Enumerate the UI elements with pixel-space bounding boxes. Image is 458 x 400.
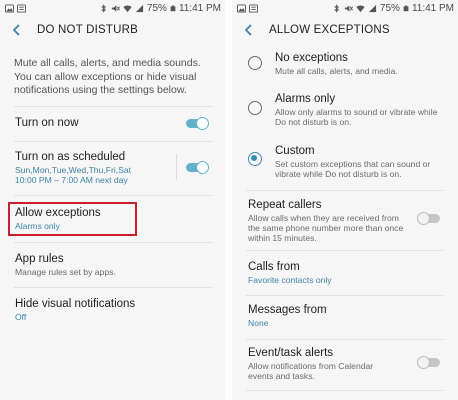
option-no-exceptions[interactable]: No exceptions Mute all calls, alerts, an… xyxy=(232,46,458,82)
page-title: ALLOW EXCEPTIONS xyxy=(269,24,390,36)
gallery-notification-icon xyxy=(5,3,14,13)
app-rules-description: Manage rules set by apps. xyxy=(15,267,116,277)
no-exceptions-label: No exceptions xyxy=(275,52,348,64)
event-task-alerts-toggle[interactable] xyxy=(417,356,441,369)
wifi-icon xyxy=(356,5,365,12)
divider xyxy=(246,390,444,391)
battery-percent: 75% xyxy=(379,2,400,14)
scheduled-toggle[interactable] xyxy=(185,161,209,174)
repeat-callers-row[interactable]: Repeat callers Allow calls when they are… xyxy=(232,191,458,248)
turn-on-now-toggle[interactable] xyxy=(185,117,209,130)
hide-visual-notifications-row[interactable]: Hide visual notifications Off xyxy=(0,288,225,332)
mute-icon xyxy=(344,4,353,12)
battery-icon xyxy=(403,5,409,11)
turn-on-as-scheduled-row[interactable]: Turn on as scheduled Sun,Mon,Tue,Wed,Thu… xyxy=(0,142,225,193)
messages-from-value: None xyxy=(248,318,269,328)
alarms-only-label: Alarms only xyxy=(275,93,336,105)
status-bar: 75% 11:41 PM xyxy=(232,0,458,16)
no-exceptions-description: Mute all calls, alerts, and media. xyxy=(275,66,398,76)
status-bar: 75% 11:41 PM xyxy=(0,0,225,16)
back-button[interactable] xyxy=(12,23,26,37)
calls-from-row[interactable]: Calls from Favorite contacts only xyxy=(232,251,458,295)
page-title: DO NOT DISTURB xyxy=(37,24,138,36)
custom-radio[interactable] xyxy=(248,152,262,166)
app-bar: DO NOT DISTURB xyxy=(0,16,225,44)
clock: 11:41 PM xyxy=(411,2,454,14)
wifi-icon xyxy=(123,5,132,12)
event-task-alerts-description-line2: events and tasks. xyxy=(248,371,315,381)
back-arrow-icon xyxy=(12,24,20,36)
intro-text: Mute all calls, alerts, and media sounds… xyxy=(14,57,201,96)
hide-visual-notifications-value: Off xyxy=(15,312,27,322)
custom-description-line2: vibrate while Do not disturb is on. xyxy=(275,169,402,179)
notification-icon xyxy=(249,3,258,13)
custom-label: Custom xyxy=(275,145,315,157)
allow-exceptions-screen: 75% 11:41 PM ALLOW EXCEPTIONS No excepti… xyxy=(232,0,458,400)
app-rules-label: App rules xyxy=(15,253,64,265)
event-task-alerts-label: Event/task alerts xyxy=(248,347,334,359)
hide-visual-notifications-label: Hide visual notifications xyxy=(15,298,136,310)
battery-percent: 75% xyxy=(146,2,167,14)
alarms-only-description-line2: Do not disturb is on. xyxy=(275,117,352,127)
schedule-time: 10:00 PM – 7:00 AM next day xyxy=(15,175,128,185)
option-custom[interactable]: Custom Set custom exceptions that can so… xyxy=(232,138,458,184)
bluetooth-icon xyxy=(334,3,339,13)
mute-icon xyxy=(111,4,120,12)
messages-from-row[interactable]: Messages from None xyxy=(232,296,458,340)
do-not-disturb-screen: 75% 11:41 PM DO NOT DISTURB Mute all cal… xyxy=(0,0,225,400)
clock: 11:41 PM xyxy=(178,2,221,14)
bluetooth-icon xyxy=(101,3,106,13)
gallery-notification-icon xyxy=(237,3,246,13)
highlight-box xyxy=(8,202,137,236)
no-exceptions-radio[interactable] xyxy=(248,56,262,70)
repeat-callers-label: Repeat callers xyxy=(248,199,322,211)
app-rules-row[interactable]: App rules Manage rules set by apps. xyxy=(0,243,225,287)
vertical-separator xyxy=(176,154,177,180)
turn-on-now-label: Turn on now xyxy=(15,117,79,129)
option-alarms-only[interactable]: Alarms only Allow only alarms to sound o… xyxy=(232,86,458,132)
repeat-callers-description-line3: within 15 minutes. xyxy=(248,233,317,243)
back-arrow-icon xyxy=(244,24,252,36)
messages-from-label: Messages from xyxy=(248,304,327,316)
repeat-callers-toggle[interactable] xyxy=(417,212,441,225)
alarms-only-radio[interactable] xyxy=(248,101,262,115)
signal-icon xyxy=(368,4,377,12)
signal-icon xyxy=(135,4,144,12)
app-bar: ALLOW EXCEPTIONS xyxy=(232,16,458,44)
turn-on-as-scheduled-label: Turn on as scheduled xyxy=(15,151,126,163)
battery-icon xyxy=(170,5,176,11)
calls-from-label: Calls from xyxy=(248,261,300,273)
turn-on-now-row[interactable]: Turn on now xyxy=(0,107,225,141)
calls-from-value: Favorite contacts only xyxy=(248,275,332,285)
notification-icon xyxy=(17,3,26,13)
back-button[interactable] xyxy=(244,23,258,37)
event-task-alerts-row[interactable]: Event/task alerts Allow notifications fr… xyxy=(232,340,458,400)
